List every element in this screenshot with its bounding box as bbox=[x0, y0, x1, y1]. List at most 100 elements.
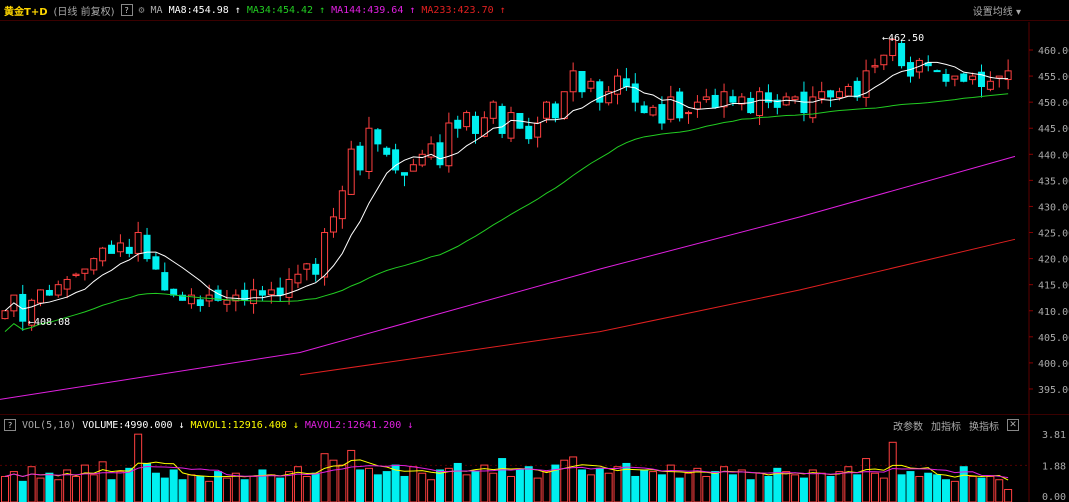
candle-up bbox=[835, 91, 843, 99]
volume-bar bbox=[728, 474, 737, 502]
candle-up bbox=[791, 96, 799, 100]
volume-bar bbox=[409, 466, 418, 502]
price-axis-label: 415.00 bbox=[1038, 281, 1069, 292]
candle-up bbox=[90, 258, 98, 271]
candle-down bbox=[400, 172, 408, 176]
candle-down bbox=[152, 256, 160, 270]
candle-up bbox=[409, 164, 417, 172]
candle-down bbox=[631, 83, 639, 103]
candle-up bbox=[702, 96, 710, 101]
candle-up bbox=[418, 153, 426, 166]
volume-bar bbox=[302, 475, 311, 502]
volume-bar bbox=[80, 464, 89, 502]
candle-down bbox=[383, 147, 391, 155]
price-axis-label: 460.00 bbox=[1038, 46, 1069, 57]
volume-bar bbox=[1004, 488, 1013, 502]
kline-chart[interactable]: 460.00 455.00 450.00 445.00 440.00 435.00 430.… bbox=[0, 0, 1069, 502]
candle-down bbox=[498, 105, 506, 134]
candle-up bbox=[693, 101, 701, 110]
candle-up bbox=[223, 299, 231, 305]
candle-down bbox=[161, 272, 169, 291]
volume-bar bbox=[36, 477, 45, 502]
candle-up bbox=[818, 91, 826, 99]
volume-bar bbox=[231, 472, 240, 502]
volume-bar bbox=[187, 474, 196, 502]
volume-bar bbox=[941, 479, 950, 502]
volume-bar bbox=[462, 474, 471, 502]
volume-bar bbox=[631, 475, 640, 502]
volume-bar bbox=[542, 471, 551, 502]
volume-bar bbox=[764, 475, 773, 502]
volume-bar bbox=[418, 472, 427, 502]
candle-down bbox=[276, 287, 284, 296]
price-axis-label: 440.00 bbox=[1038, 150, 1069, 161]
volume-axis-label: 3.81 bbox=[1042, 430, 1066, 441]
volume-bar bbox=[826, 475, 835, 502]
candle-up bbox=[365, 127, 373, 172]
volume-axis-label: 0.00 bbox=[1042, 492, 1066, 502]
candle-up bbox=[880, 54, 888, 66]
volume-bar bbox=[276, 477, 285, 502]
volume-axis-label: 1.88 bbox=[1042, 461, 1066, 472]
volume-bar bbox=[27, 466, 36, 502]
volume-bar bbox=[267, 474, 276, 502]
candle-up bbox=[303, 263, 311, 270]
candle-down bbox=[578, 70, 586, 93]
candle-down bbox=[853, 80, 861, 98]
volume-bar bbox=[116, 471, 125, 502]
candle-up bbox=[294, 273, 302, 284]
candle-down bbox=[45, 289, 53, 296]
candle-up bbox=[534, 122, 542, 138]
candle-down bbox=[312, 263, 320, 275]
volume-bar bbox=[693, 467, 702, 502]
volume-bar bbox=[808, 469, 817, 502]
volume-bar bbox=[489, 472, 498, 502]
volume-bar bbox=[888, 441, 897, 502]
candle-up bbox=[720, 91, 728, 108]
candle-down bbox=[125, 246, 133, 254]
price-axis-label: 445.00 bbox=[1038, 124, 1069, 135]
candle-down bbox=[898, 42, 906, 67]
volume-bar bbox=[54, 479, 63, 502]
volume-bar bbox=[675, 477, 684, 502]
candle-down bbox=[942, 73, 950, 82]
volume-bar bbox=[214, 471, 223, 502]
volume-bar bbox=[249, 475, 258, 502]
candle-up bbox=[560, 91, 568, 119]
volume-bar bbox=[702, 475, 711, 502]
candle-down bbox=[525, 125, 533, 140]
candle-up bbox=[489, 101, 497, 119]
volume-bar bbox=[364, 467, 373, 502]
volume-bar bbox=[205, 480, 214, 502]
volume-bar bbox=[9, 471, 18, 502]
volume-bar bbox=[995, 479, 1004, 502]
volume-bar bbox=[338, 464, 347, 502]
volume-bar bbox=[45, 472, 54, 502]
volume-bar bbox=[258, 469, 267, 502]
volume-bar bbox=[373, 474, 382, 502]
volume-bar bbox=[684, 472, 693, 502]
price-axis-label: 425.00 bbox=[1038, 229, 1069, 240]
volume-bar bbox=[89, 474, 98, 502]
low-price-label: ←408.08 bbox=[28, 317, 70, 328]
volume-bar bbox=[933, 474, 942, 502]
candle-up bbox=[250, 289, 258, 305]
volume-bar bbox=[533, 477, 542, 502]
candle-up bbox=[1, 310, 9, 320]
volume-bar bbox=[915, 475, 924, 502]
price-axis-label: 400.00 bbox=[1038, 359, 1069, 370]
volume-bar bbox=[160, 477, 169, 502]
candle-up bbox=[649, 106, 657, 116]
candle-up bbox=[569, 70, 577, 93]
ma34-line bbox=[4, 93, 1009, 332]
candle-up bbox=[445, 122, 453, 167]
candle-up bbox=[543, 101, 551, 119]
candle-up bbox=[72, 273, 80, 277]
volume-bar bbox=[560, 459, 569, 502]
volume-bar bbox=[240, 479, 249, 502]
volume-bar bbox=[427, 479, 436, 502]
volume-bar bbox=[347, 449, 356, 502]
candle-up bbox=[969, 75, 977, 81]
price-axis-label: 450.00 bbox=[1038, 98, 1069, 109]
candle-down bbox=[551, 103, 559, 119]
